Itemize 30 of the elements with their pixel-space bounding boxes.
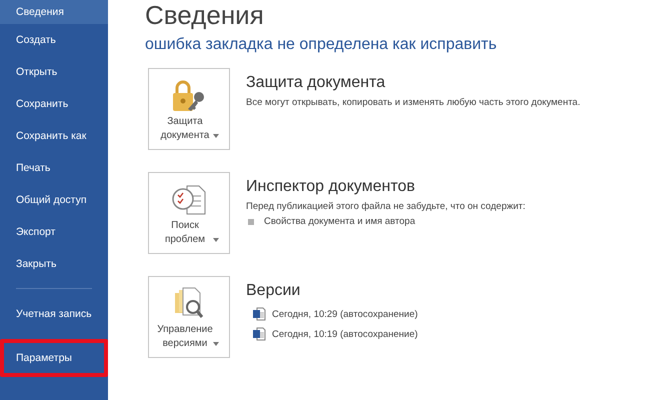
- section-heading: Инспектор документов: [246, 178, 416, 196]
- sidebar-item[interactable]: Учетная запись: [0, 295, 108, 335]
- manage-button[interactable]: Поиск проблем: [148, 172, 230, 254]
- sidebar-item[interactable]: Параметры: [0, 339, 108, 377]
- sidebar-item[interactable]: Открыть: [0, 56, 108, 88]
- page-title: Сведения: [145, 0, 265, 30]
- version-link[interactable]: Сегодня, 10:19 (автосохранение): [272, 328, 418, 340]
- section-heading: Версии: [246, 282, 302, 300]
- bullet-icon: [248, 218, 254, 224]
- sidebar-item[interactable]: Сведения: [0, 0, 108, 24]
- sidebar-item[interactable]: Создать: [0, 24, 108, 56]
- sidebar-item[interactable]: Сохранить: [0, 88, 108, 120]
- manage-button[interactable]: Управление версиями: [148, 276, 230, 358]
- version-link[interactable]: Сегодня, 10:29 (автосохранение): [272, 308, 418, 320]
- sidebar-item[interactable]: Экспорт: [0, 216, 108, 248]
- caret-icon: [213, 134, 219, 138]
- section-description: Перед публикацией этого файла не забудьте, что он содержит:: [246, 201, 526, 212]
- caret-icon: [213, 342, 219, 346]
- bullet-text: Свойства документа и имя автора: [264, 216, 416, 227]
- section-description: Все могут открывать, копировать и изменять любую часть этого документа.: [246, 97, 580, 108]
- sidebar-item[interactable]: Печать: [0, 152, 108, 184]
- page-subtitle: ошибка закладка не определена как исправить: [145, 36, 498, 54]
- word-document-icon: [252, 307, 266, 321]
- sidebar-item[interactable]: Общий доступ: [0, 184, 108, 216]
- caret-icon: [213, 238, 219, 242]
- sidebar-item[interactable]: Сохранить как: [0, 120, 108, 152]
- word-document-icon: [252, 327, 266, 341]
- manage-button[interactable]: Защита документа: [148, 68, 230, 150]
- section-heading: Защита документа: [246, 74, 386, 92]
- sidebar-item[interactable]: Закрыть: [0, 248, 108, 280]
